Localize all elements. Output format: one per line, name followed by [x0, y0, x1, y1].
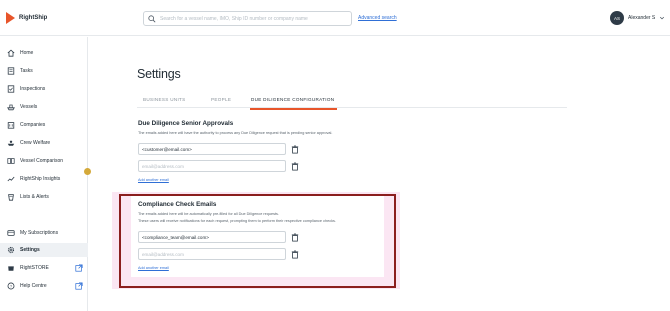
senior-email-field-2[interactable]	[138, 160, 286, 172]
sidebar-item-help-centre[interactable]: ? Help Centre	[0, 279, 88, 293]
vessels-icon	[7, 104, 15, 111]
sidebar: Home Tasks Inspections Vessels Companies…	[0, 37, 88, 311]
search-box[interactable]	[143, 11, 352, 26]
user-name: Alexander S	[628, 15, 656, 21]
sidebar-item-inspections[interactable]: Inspections	[0, 82, 88, 96]
logo[interactable]: RightShip	[6, 12, 47, 24]
sidebar-item-label: RightSTORE	[20, 265, 49, 271]
sidebar-collapse-handle[interactable]	[84, 168, 91, 175]
insights-icon	[7, 176, 15, 182]
search-icon	[148, 14, 156, 22]
senior-email-input-1[interactable]	[142, 146, 285, 152]
sidebar-item-settings[interactable]: Settings	[0, 243, 88, 257]
highlight-frame	[119, 194, 396, 288]
top-bar: RightShip Advanced search AS Alexander S	[0, 0, 670, 36]
sidebar-item-label: Help Centre	[20, 283, 47, 289]
sidebar-item-crew-welfare[interactable]: Crew Welfare	[0, 136, 88, 150]
sidebar-item-label: Settings	[20, 247, 40, 253]
senior-add-email-link[interactable]: Add another email	[138, 178, 169, 182]
companies-icon	[7, 122, 15, 129]
external-link-icon	[75, 264, 83, 272]
senior-email-input-2[interactable]	[142, 163, 285, 169]
sidebar-item-subscriptions[interactable]: My Subscriptions	[0, 226, 88, 240]
comparison-icon	[7, 158, 15, 164]
avatar: AS	[610, 11, 624, 25]
tab-people[interactable]: PEOPLE	[211, 97, 231, 102]
senior-approvals-description: The emails added here will have the auth…	[138, 131, 333, 135]
sidebar-item-companies[interactable]: Companies	[0, 118, 88, 132]
sidebar-item-home[interactable]: Home	[0, 46, 88, 60]
page-title: Settings	[137, 67, 181, 81]
sidebar-item-label: Home	[20, 50, 34, 56]
settings-icon	[7, 246, 15, 254]
tasks-icon	[7, 67, 15, 75]
advanced-search-link[interactable]: Advanced search	[358, 15, 397, 21]
sidebar-item-rightstore[interactable]: RightSTORE	[0, 261, 88, 275]
sidebar-item-label: Lists & Alerts	[20, 194, 49, 200]
app-root: RightShip Advanced search AS Alexander S…	[0, 0, 670, 311]
brand-name: RightShip	[19, 15, 48, 21]
sidebar-item-tasks[interactable]: Tasks	[0, 64, 88, 78]
store-icon	[8, 266, 14, 271]
home-icon	[7, 49, 15, 57]
trash-icon[interactable]	[291, 162, 299, 171]
help-icon: ?	[7, 282, 15, 290]
tab-due-diligence-configuration[interactable]: DUE DILIGENCE CONFIGURATION	[251, 97, 334, 102]
sidebar-item-label: Companies	[20, 122, 46, 128]
trash-icon[interactable]	[291, 145, 299, 154]
tab-business-units[interactable]: BUSINESS UNITS	[143, 97, 186, 102]
sidebar-item-label: RightShip Insights	[20, 176, 61, 182]
sidebar-item-insights[interactable]: RightShip Insights	[0, 172, 88, 186]
sidebar-item-lists-alerts[interactable]: Lists & Alerts	[0, 190, 88, 204]
sidebar-item-label: My Subscriptions	[20, 230, 59, 236]
sidebar-item-label: Inspections	[20, 86, 46, 92]
senior-email-field-1[interactable]	[138, 143, 286, 155]
chevron-down-icon	[660, 16, 665, 20]
user-menu[interactable]: AS Alexander S	[610, 11, 665, 25]
svg-text:?: ?	[10, 284, 13, 289]
sidebar-item-label: Tasks	[20, 68, 33, 74]
external-link-icon	[75, 282, 83, 290]
sidebar-item-label: Vessels	[20, 104, 38, 110]
sidebar-item-vessels[interactable]: Vessels	[0, 100, 88, 114]
sidebar-item-label: Vessel Comparison	[20, 158, 64, 164]
sidebar-item-label: Crew Welfare	[20, 140, 51, 146]
tab-bar: BUSINESS UNITS PEOPLE DUE DILIGENCE CONF…	[137, 94, 567, 108]
lists-icon	[8, 194, 14, 201]
crew-welfare-icon	[7, 140, 15, 146]
senior-approvals-title: Due Diligence Senior Approvals	[138, 120, 234, 127]
inspections-icon	[7, 85, 15, 93]
search-input[interactable]	[160, 15, 345, 22]
rightship-logo-icon	[6, 12, 15, 24]
sidebar-item-vessel-comparison[interactable]: Vessel Comparison	[0, 154, 88, 168]
active-tab-indicator	[250, 108, 337, 110]
subscriptions-icon	[7, 230, 15, 236]
